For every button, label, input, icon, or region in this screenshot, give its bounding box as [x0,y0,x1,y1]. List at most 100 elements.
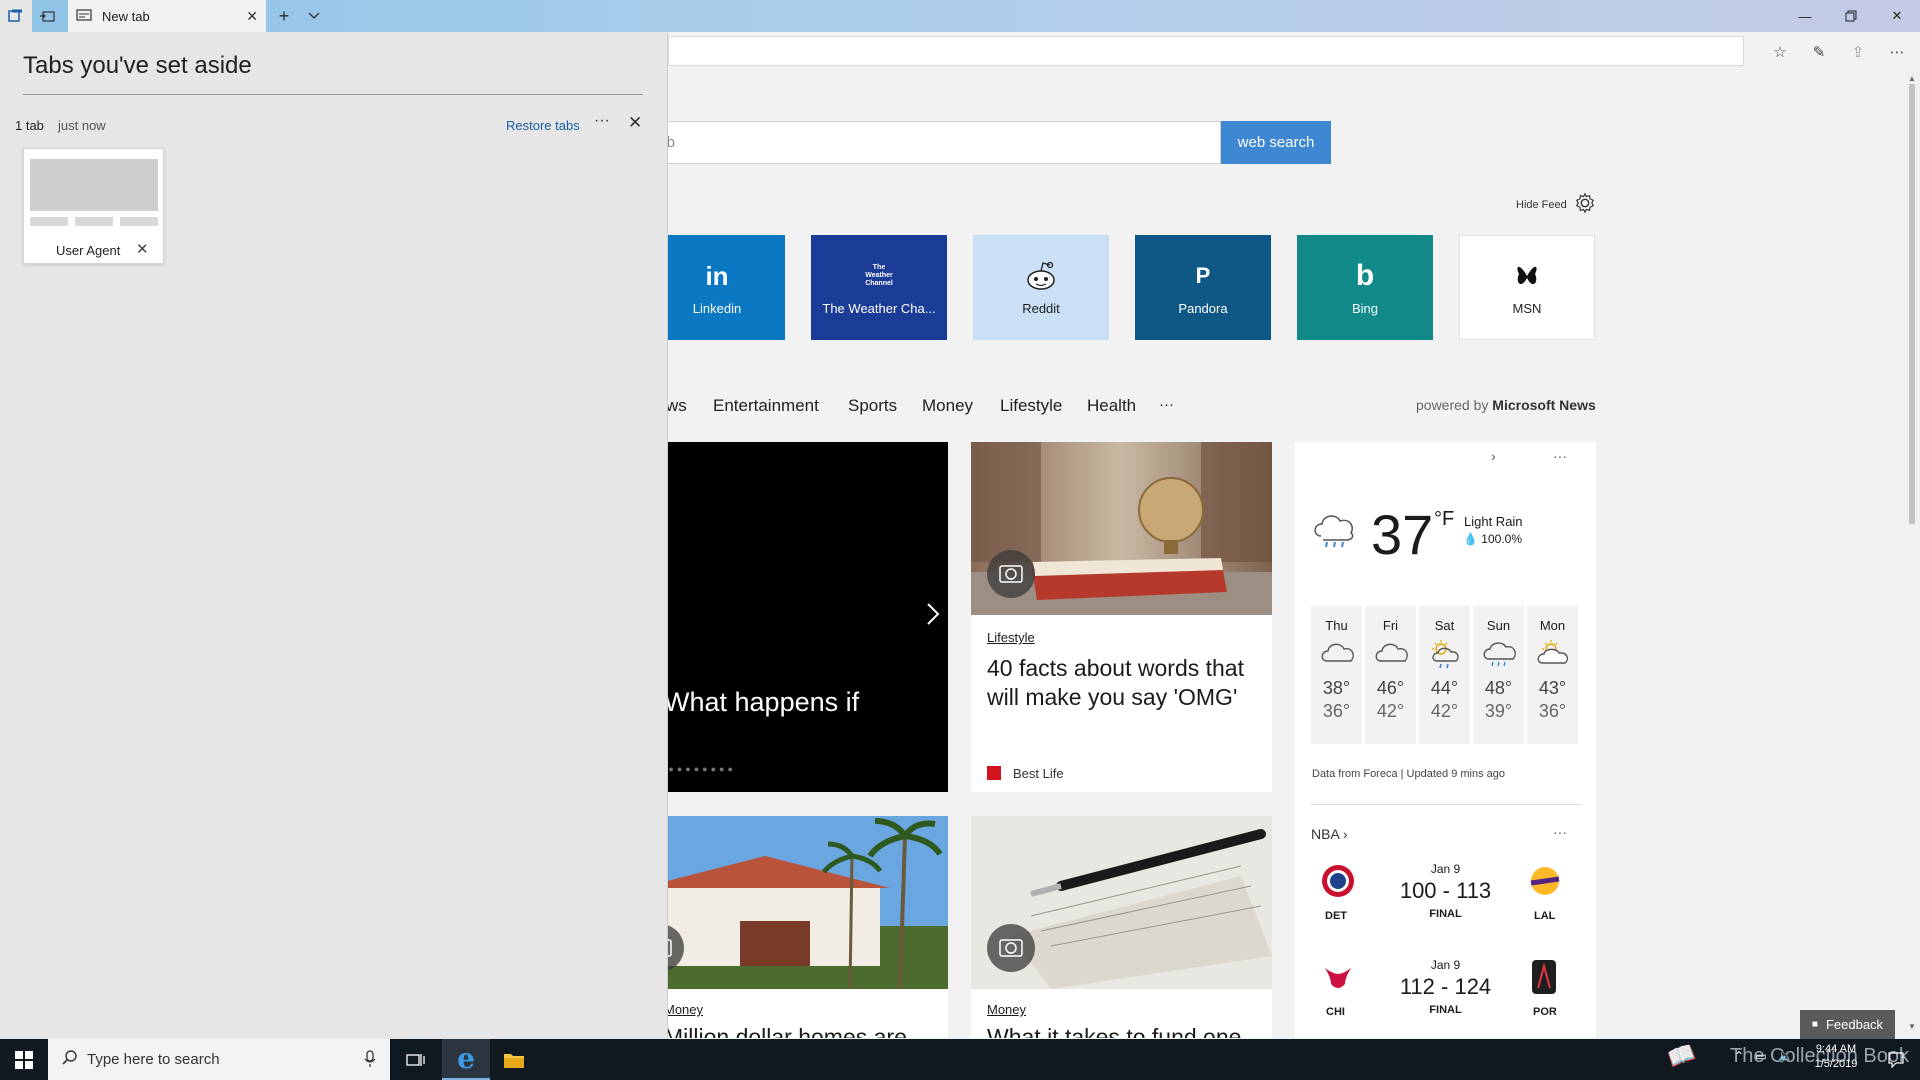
microphone-icon[interactable] [364,1050,376,1072]
article-title[interactable]: 40 facts about words that will make you … [987,654,1262,712]
tile-reddit[interactable]: Reddit [973,235,1109,340]
library-book-image [971,442,1272,615]
start-windows-icon[interactable] [0,1039,48,1080]
close-window-button[interactable]: ✕ [1874,0,1920,32]
tile-msn[interactable]: MSN [1459,235,1595,340]
plus-icon: + [278,5,290,26]
cloud-icon [1375,643,1408,662]
new-tab-button[interactable]: + [268,0,300,32]
address-bar[interactable] [668,36,1744,66]
category-money[interactable]: Money [922,396,973,416]
edge-browser-icon[interactable]: e [442,1039,490,1080]
web-search-button[interactable]: web search [1221,121,1331,164]
minimize-button[interactable]: — [1782,0,1828,32]
chevron-right-icon[interactable] [926,602,940,633]
forecast-day-name: Fri [1382,618,1399,633]
article-title-line: 40 facts about words that [987,655,1244,681]
tile-bing[interactable]: b Bing [1297,235,1433,340]
thumbnail-preview [30,159,158,211]
task-view-icon[interactable] [392,1039,440,1080]
scroll-thumb[interactable] [1909,84,1915,524]
tile-label: Pandora [1178,301,1228,316]
sun-rain-icon [1431,640,1459,669]
tab-preview-button[interactable] [298,0,330,32]
search-input[interactable]: e web [620,121,1221,164]
pandora-icon: P [1195,263,1211,288]
precipitation: 💧 100.0% [1463,532,1522,546]
article-card-lifestyle[interactable]: Lifestyle 40 facts about words that will… [971,442,1272,792]
more-icon[interactable]: ⋯ [1885,40,1909,64]
category-health[interactable]: Health [1087,396,1136,416]
weather-more-icon[interactable]: ··· [1553,448,1567,464]
gear-icon[interactable] [1574,192,1596,214]
close-icon[interactable]: ✕ [628,113,642,133]
forecast-day: Thu 38° 36° [1311,606,1362,744]
category-entertainment[interactable]: Entertainment [713,396,819,416]
scrollbar[interactable]: ▲ ▼ [1904,72,1920,1038]
volume-icon[interactable]: 🔈 [1778,1049,1793,1063]
article-title[interactable]: What it takes to fund one [987,1024,1241,1038]
restore-button[interactable] [1828,0,1874,32]
tabs-aside-icon[interactable] [0,0,32,32]
feedback-button[interactable]: ■ Feedback [1800,1010,1895,1039]
page-icon [76,8,92,25]
more-options-button[interactable]: ··· [594,112,610,130]
close-icon[interactable]: ✕ [136,240,149,258]
nba-more-icon[interactable]: ··· [1553,824,1567,840]
forecast-low: 42° [1376,701,1405,721]
file-explorer-icon[interactable] [490,1039,538,1080]
set-tabs-aside-icon[interactable] [32,0,64,32]
info-pane: › ··· 37 °F Light Rain 💧 100.0% Thu 38° 36… [1295,442,1596,1038]
share-icon[interactable]: ⇪ [1846,40,1870,64]
chevron-right-icon[interactable]: › [1491,448,1496,464]
close-icon[interactable]: ✕ [246,8,258,25]
tile-label: Reddit [1022,301,1060,316]
tray-icons[interactable]: ⌃ ▭ 🔈 [1734,1049,1793,1063]
powered-by: powered by Microsoft News [1416,397,1596,413]
chevron-up-icon[interactable]: ⌃ [1734,1049,1744,1063]
article-card-money-homes[interactable]: Money Million dollar homes are [620,816,948,1038]
set-aside-tab-thumbnail[interactable]: User Agent ✕ [23,148,164,264]
forecast-day: Mon 43° 36° [1527,606,1578,744]
thumbnail-bar [120,217,158,226]
category-sports[interactable]: Sports [848,396,897,416]
tile-weather-channel[interactable]: The Weather Channel The Weather Cha... [811,235,947,340]
forecast-low: 36° [1322,701,1351,721]
scroll-up-icon[interactable]: ▲ [1908,74,1916,83]
powered-prefix: powered by [1416,397,1489,413]
mansion-image [620,816,948,990]
network-icon[interactable]: ▭ [1755,1049,1766,1063]
tab-new-tab[interactable]: New tab ✕ [68,0,266,32]
category-lifestyle[interactable]: Lifestyle [1000,396,1062,416]
hero-slideshow[interactable]: What happens if ●●●●●●●●● [620,442,948,792]
nba-title[interactable]: NBA › [1311,826,1348,842]
forecast-day: Sat 44° 42° [1419,606,1470,744]
notes-pen-icon[interactable]: ✎ [1807,40,1831,64]
article-category[interactable]: Lifestyle [987,630,1035,645]
weather-condition: Light Rain [1464,514,1523,529]
article-category[interactable]: Money [664,1002,703,1017]
categories-more-button[interactable]: ··· [1159,396,1174,413]
taskbar-search-box[interactable]: Type here to search [48,1039,390,1080]
article-card-money-fund[interactable]: Money What it takes to fund one [971,816,1272,1038]
tile-linkedin[interactable]: in Linkedin [649,235,785,340]
tab-title: New tab [102,8,150,24]
article-category[interactable]: Money [987,1002,1026,1017]
group-count: 1 tab [15,118,44,133]
category-news[interactable]: ws [666,396,687,416]
article-title[interactable]: Million dollar homes are [664,1024,907,1038]
favorites-star-icon[interactable]: ☆ [1768,40,1792,64]
action-center-icon[interactable] [1872,1039,1920,1080]
hide-feed-link[interactable]: Hide Feed [1516,199,1567,211]
forecast-high: 48° [1484,678,1513,698]
restore-tabs-link[interactable]: Restore tabs [506,118,580,133]
clock[interactable]: 9:44 AM 1/5/2019 [1808,1043,1864,1070]
divider [23,94,643,95]
tile-pandora[interactable]: P Pandora [1135,235,1271,340]
best-life-logo-icon [987,766,1001,780]
team-away: POR [1533,1006,1557,1018]
scroll-down-icon[interactable]: ▼ [1908,1022,1916,1031]
chat-icon: ■ [1811,1019,1818,1030]
weather-footer: Data from Foreca | Updated 9 mins ago [1312,768,1506,780]
forecast-day: Sun 48° 39° [1473,606,1524,744]
